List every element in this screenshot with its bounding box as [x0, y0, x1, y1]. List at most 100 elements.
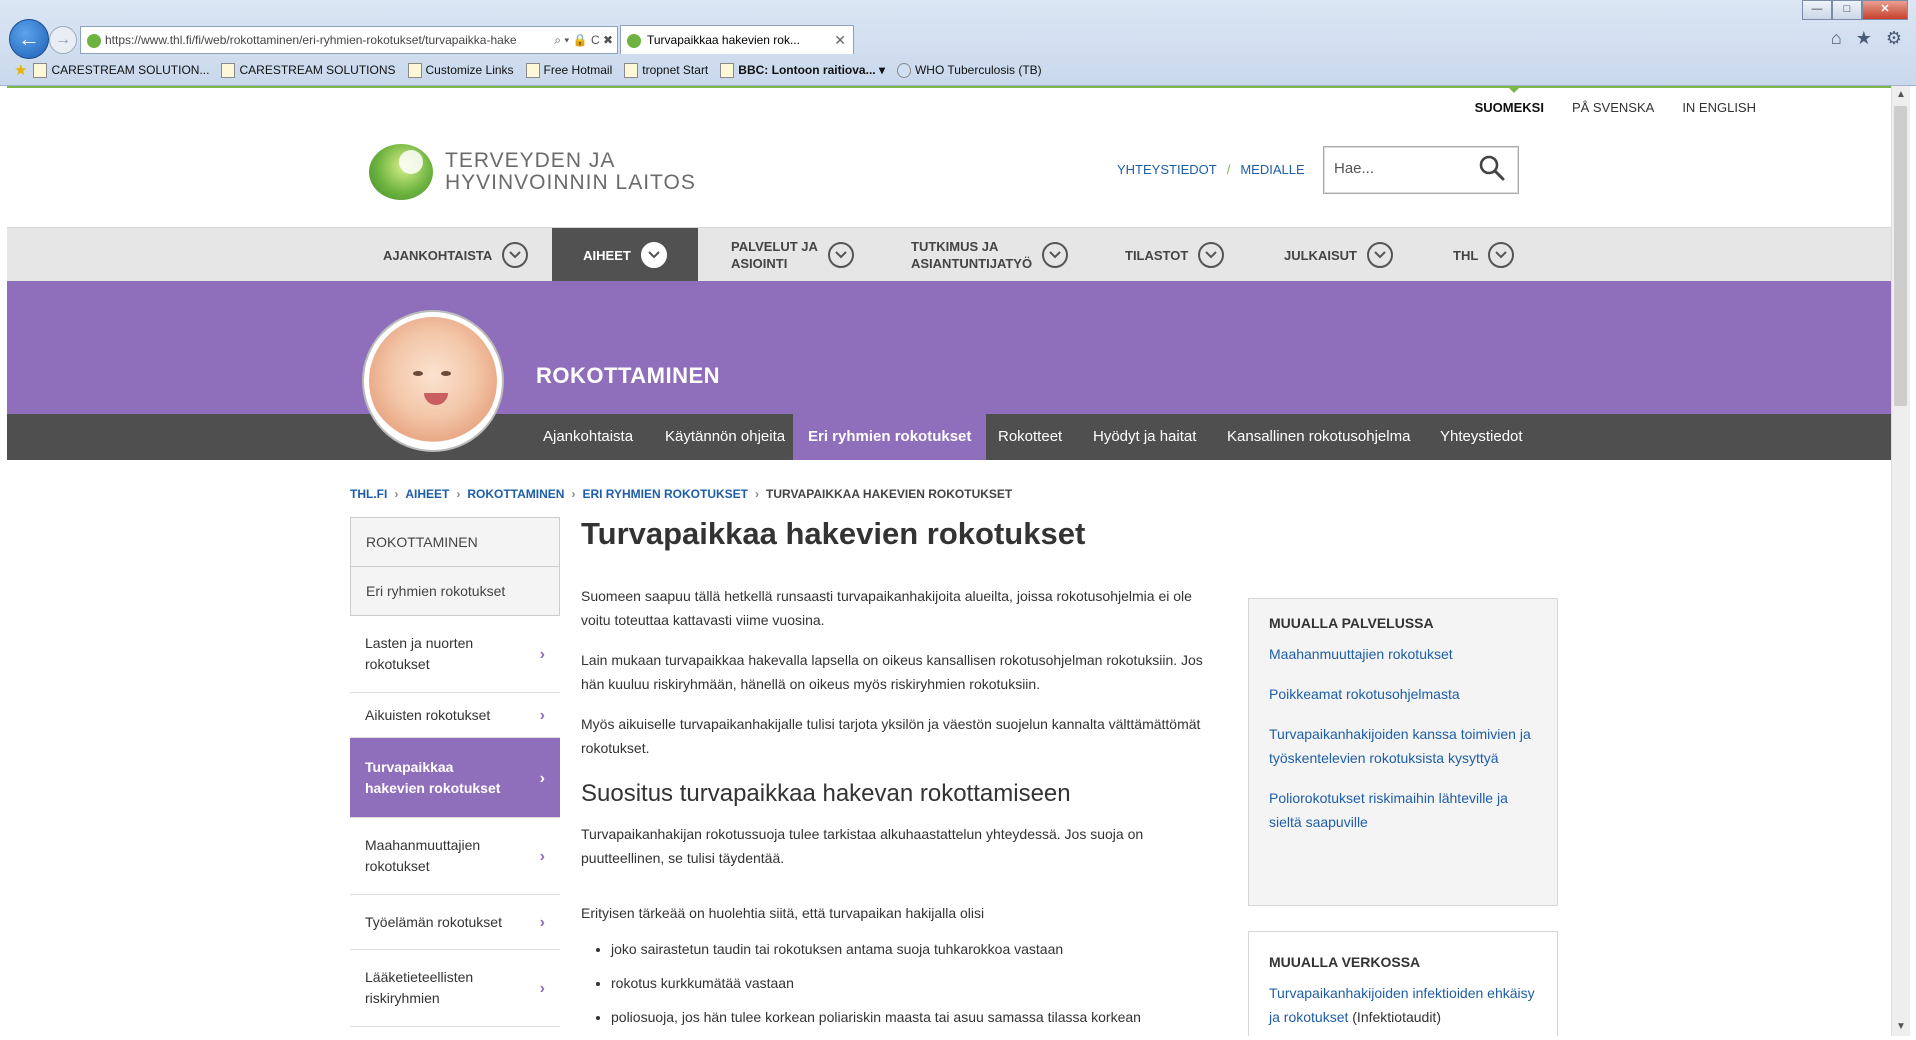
breadcrumb: THL.FI › AIHEET › ROKOTTAMINEN › ERI RYHMIE… — [350, 487, 1012, 501]
favorites-star-icon[interactable]: ★ — [1856, 28, 1872, 49]
favorite-link[interactable]: Free Hotmail — [525, 62, 612, 78]
related-link[interactable]: Poikkeamat rokotusohjelmasta — [1269, 682, 1537, 706]
scroll-down-icon[interactable]: ▼ — [1892, 1018, 1910, 1036]
page-viewport: SUOMEKSI PÅ SVENSKA IN ENGLISH TERVEYDEN… — [7, 86, 1891, 1036]
page-icon — [624, 62, 639, 78]
close-window-button[interactable]: ✕ — [1862, 0, 1908, 20]
paragraph: Lain mukaan turvapaikkaa hakevalla lapse… — [581, 652, 1203, 692]
related-link[interactable]: Maahanmuuttajien rokotukset — [1269, 642, 1537, 666]
scroll-up-icon[interactable]: ▲ — [1892, 86, 1910, 104]
lang-finnish[interactable]: SUOMEKSI — [1475, 86, 1544, 115]
tab-title: Turvapaikkaa hakevien rok... — [647, 33, 800, 47]
scrollbar-thumb[interactable] — [1894, 106, 1907, 406]
page-icon — [720, 62, 735, 78]
active-lang-marker — [1506, 86, 1521, 93]
page-icon — [896, 62, 911, 78]
favorite-feed-link[interactable]: BBC: Lontoon raitiova... ▾ — [720, 62, 885, 78]
home-icon[interactable]: ⌂ — [1831, 28, 1842, 49]
browser-tab[interactable]: Turvapaikkaa hakevien rok... ✕ — [620, 25, 854, 54]
chevron-down-icon — [1198, 242, 1225, 268]
paragraph: Turvapaikanhakijan rokotussuoja tulee ta… — [581, 826, 1144, 866]
favorite-link[interactable]: Customize Links — [407, 62, 514, 78]
related-link[interactable]: Turvapaikanhakijoiden kanssa toimivien j… — [1269, 722, 1537, 770]
chevron-down-icon — [827, 242, 854, 268]
breadcrumb-link[interactable]: THL.FI — [350, 487, 387, 501]
subnav-item[interactable]: Rokotteet — [983, 414, 1077, 460]
chevron-right-icon: › — [539, 646, 545, 663]
browser-chrome: ← → https://www.thl.fi/fi/web/rokottamin… — [0, 0, 1916, 86]
box-heading: MUUALLA VERKOSSA — [1269, 954, 1421, 970]
search-input[interactable]: Hae... — [1323, 146, 1519, 194]
leftnav-root[interactable]: ROKOTTAMINEN — [350, 517, 560, 567]
favorites-icon[interactable]: ★ — [14, 61, 27, 79]
favorite-link[interactable]: CARESTREAM SOLUTIONS — [221, 62, 396, 78]
breadcrumb-link[interactable]: ERI RYHMIEN ROKOTUKSET — [582, 487, 748, 501]
settings-gear-icon[interactable]: ⚙ — [1886, 28, 1902, 49]
list-item: rokotus kurkkumätää vastaan — [611, 971, 1221, 995]
favorite-link[interactable]: CARESTREAM SOLUTION... — [33, 62, 209, 78]
favorite-link[interactable]: tropnet Start — [624, 62, 708, 78]
thl-logo[interactable]: TERVEYDEN JA HYVINVOINNIN LAITOS — [369, 144, 696, 200]
page-icon — [221, 62, 236, 78]
lang-english[interactable]: IN ENGLISH — [1682, 100, 1756, 115]
media-link[interactable]: MEDIALLE — [1240, 162, 1304, 177]
nav-tilastot[interactable]: TILASTOT — [1125, 228, 1225, 282]
leftnav-parent[interactable]: Eri ryhmien rokotukset — [350, 567, 560, 616]
nav-thl[interactable]: THL — [1453, 228, 1515, 282]
section-banner — [7, 281, 1891, 414]
chevron-right-icon: › — [539, 769, 545, 787]
breadcrumb-link[interactable]: AIHEET — [405, 487, 449, 501]
close-tab-icon[interactable]: ✕ — [834, 26, 846, 54]
favorites-bar: ★ CARESTREAM SOLUTION... CARESTREAM SOLU… — [0, 58, 1916, 82]
nav-palvelut[interactable]: PALVELUT JA ASIOINTI — [731, 228, 854, 282]
related-link[interactable]: Poliorokotukset riskimaihin lähteville j… — [1269, 786, 1537, 834]
page-icon — [407, 62, 422, 78]
top-accent-line — [7, 86, 1891, 88]
subnav-item-active[interactable]: Eri ryhmien rokotukset — [793, 414, 987, 460]
link-separator: / — [1226, 162, 1231, 177]
search-placeholder: Hae... — [1334, 160, 1375, 177]
search-icon[interactable] — [1478, 154, 1506, 182]
lang-swedish[interactable]: PÅ SVENSKA — [1572, 100, 1654, 115]
chevron-down-icon — [640, 242, 667, 268]
left-navigation: ROKOTTAMINEN Eri ryhmien rokotukset Last… — [350, 517, 560, 1027]
leftnav-item[interactable]: Lääketieteellisten riskiryhmien › — [350, 950, 560, 1027]
chevron-down-icon — [1042, 242, 1069, 268]
subnav-item[interactable]: Ajankohtaista — [528, 414, 648, 460]
logo-line2: HYVINVOINNIN LAITOS — [445, 171, 696, 194]
leftnav-item[interactable]: Maahanmuuttajien rokotukset › — [350, 818, 560, 895]
chevron-right-icon: › — [539, 914, 545, 931]
nav-tutkimus[interactable]: TUTKIMUS JA ASIANTUNTIJATYÖ — [911, 228, 1069, 282]
favorite-link[interactable]: WHO Tuberculosis (TB) — [896, 62, 1042, 78]
address-bar[interactable]: https://www.thl.fi/fi/web/rokottaminen/e… — [80, 26, 618, 54]
subnav-item[interactable]: Yhteystiedot — [1425, 414, 1538, 460]
nav-aiheet[interactable]: AIHEET — [552, 228, 698, 282]
chevron-right-icon: › — [539, 848, 545, 865]
breadcrumb-link[interactable]: ROKOTTAMINEN — [467, 487, 564, 501]
related-box-external: MUUALLA VERKOSSA Turvapaikanhakijoiden i… — [1248, 931, 1558, 1036]
contact-link[interactable]: YHTEYSTIEDOT — [1117, 162, 1217, 177]
leftnav-item[interactable]: Aikuisten rokotukset › — [350, 693, 560, 738]
minimize-button[interactable]: — — [1802, 0, 1832, 20]
box-heading: MUUALLA PALVELUSSA — [1269, 615, 1434, 631]
page-icon — [525, 62, 540, 78]
maximize-button[interactable]: □ — [1832, 0, 1862, 20]
nav-julkaisut[interactable]: JULKAISUT — [1284, 228, 1393, 282]
leftnav-item[interactable]: Lasten ja nuorten rokotukset › — [350, 616, 560, 693]
subnav-item[interactable]: Hyödyt ja haitat — [1078, 414, 1211, 460]
leftnav-item[interactable]: Työelämän rokotukset › — [350, 895, 560, 950]
address-tools-icon[interactable]: ⌕ ▾ 🔒 C ✖ — [550, 27, 613, 53]
forward-button[interactable]: → — [49, 26, 77, 54]
breadcrumb-separator-icon: › — [571, 487, 576, 501]
page-scrollbar[interactable]: ▲ ▼ — [1891, 86, 1910, 1036]
page-title: Turvapaikkaa hakevien rokotukset — [581, 516, 1086, 551]
subnav-item[interactable]: Kansallinen rokotusohjelma — [1212, 414, 1425, 460]
nav-ajankohtaista[interactable]: AJANKOHTAISTA — [383, 228, 529, 282]
bullet-list: joko sairastetun taudin tai rokotuksen a… — [581, 937, 1221, 1029]
back-button[interactable]: ← — [9, 19, 49, 59]
related-box-internal: MUUALLA PALVELUSSA Maahanmuuttajien roko… — [1248, 598, 1558, 906]
leftnav-item-active[interactable]: Turvapaikkaa hakevien rokotukset › — [350, 738, 560, 818]
breadcrumb-current: TURVAPAIKKAA HAKEVIEN ROKOTUKSET — [766, 487, 1013, 501]
subnav-item[interactable]: Käytännön ohjeita — [650, 414, 800, 460]
language-switcher: SUOMEKSI PÅ SVENSKA IN ENGLISH — [1475, 86, 1756, 115]
